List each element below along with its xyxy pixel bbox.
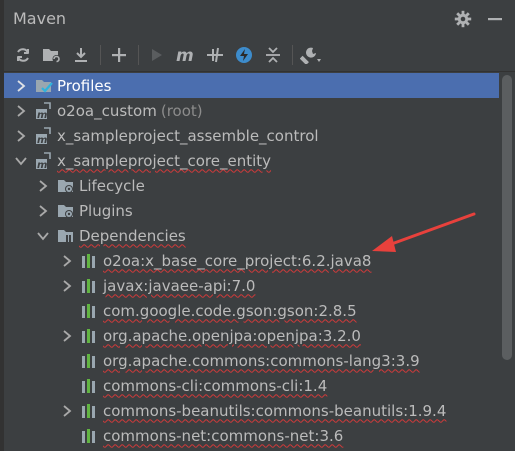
dependency-label: commons-net:commons-net:3.6	[103, 426, 344, 445]
dependency-item[interactable]: org.apache.commons:commons-lang3:3.9	[4, 348, 499, 373]
reload-icon[interactable]	[12, 44, 34, 66]
dependency-item[interactable]: com.google.code.gson:gson:2.8.5	[4, 298, 499, 323]
dependency-label: org.apache.commons:commons-lang3:3.9	[103, 351, 420, 370]
collapse-all-icon[interactable]	[262, 44, 284, 66]
maven-module-icon: m	[35, 151, 53, 170]
tree-node-label: Lifecycle	[79, 176, 145, 195]
tree-node-label: Profiles	[57, 76, 112, 95]
dependency-item[interactable]: o2oa:x_base_core_project:6.2.java8	[4, 248, 499, 273]
dependency-item[interactable]: commons-beanutils:commons-beanutils:1.9.…	[4, 398, 499, 423]
chevron-right-icon[interactable]	[36, 179, 50, 193]
gear-icon[interactable]	[453, 9, 473, 29]
dependency-label: commons-beanutils:commons-beanutils:1.9.…	[103, 401, 447, 420]
maven-tool-window: Maven m Profiles m o2oa_custom (root) m …	[0, 0, 515, 451]
library-icon	[81, 252, 99, 270]
execute-goal-icon[interactable]: m	[175, 44, 197, 66]
download-icon[interactable]	[70, 44, 92, 66]
vertical-scrollbar[interactable]	[501, 73, 513, 451]
dependency-item[interactable]: commons-net:commons-net:3.6	[4, 423, 499, 448]
svg-text:m: m	[37, 110, 47, 120]
dependency-label: javax:javaee-api:7.0	[103, 276, 256, 295]
chevron-down-icon[interactable]	[14, 154, 28, 168]
toggle-offline-icon[interactable]	[204, 44, 226, 66]
tree-node-project[interactable]: m x_sampleproject_core_entity	[4, 148, 499, 173]
root-suffix: (root)	[160, 101, 203, 120]
run-icon[interactable]	[146, 44, 168, 66]
chevron-right-icon[interactable]	[60, 254, 74, 268]
plugins-folder-icon	[57, 202, 75, 220]
add-icon[interactable]	[108, 44, 130, 66]
dependencies-folder-icon	[57, 227, 75, 245]
profiles-folder-icon	[35, 77, 53, 95]
toolbar-separator	[100, 44, 101, 65]
maven-module-icon: m	[35, 101, 53, 120]
library-icon	[81, 302, 99, 320]
settings-wrench-icon[interactable]	[300, 44, 322, 66]
scrollbar-thumb[interactable]	[502, 75, 512, 360]
maven-module-icon: m	[35, 126, 53, 145]
lifecycle-folder-icon	[57, 177, 75, 195]
tree-node-project[interactable]: m x_sampleproject_assemble_control	[4, 123, 499, 148]
tree-node-label: o2oa_custom	[57, 101, 157, 120]
minimize-icon[interactable]	[485, 9, 505, 29]
toolbar-separator	[138, 44, 139, 65]
chevron-right-icon[interactable]	[60, 279, 74, 293]
chevron-right-icon[interactable]	[36, 204, 50, 218]
header-actions	[453, 9, 505, 29]
chevron-right-icon[interactable]	[14, 104, 28, 118]
chevron-right-icon[interactable]	[60, 404, 74, 418]
tree-node-project[interactable]: m o2oa_custom (root)	[4, 98, 499, 123]
dependency-item[interactable]: org.apache.openjpa:openjpa:3.2.0	[4, 323, 499, 348]
maven-toolbar: m	[4, 38, 515, 72]
tool-window-header: Maven	[4, 0, 515, 38]
library-icon	[81, 402, 99, 420]
tool-window-title: Maven	[13, 9, 67, 28]
svg-text:m: m	[37, 160, 47, 170]
tree-node-label: Dependencies	[79, 226, 186, 245]
dependency-label: com.google.code.gson:gson:2.8.5	[103, 301, 357, 320]
library-icon	[81, 427, 99, 445]
library-icon	[81, 327, 99, 345]
library-icon	[81, 377, 99, 395]
dependency-item[interactable]: commons-cli:commons-cli:1.4	[4, 373, 499, 398]
svg-text:m: m	[176, 46, 194, 64]
svg-text:m: m	[37, 135, 47, 145]
tree-node-plugins[interactable]: Plugins	[4, 198, 499, 223]
tree-node-label: Plugins	[79, 201, 133, 220]
library-icon	[81, 352, 99, 370]
chevron-right-icon[interactable]	[14, 129, 28, 143]
library-icon	[81, 277, 99, 295]
tree-node-label: x_sampleproject_core_entity	[57, 151, 272, 170]
toolbar-separator	[292, 44, 293, 65]
tree-node-profiles[interactable]: Profiles	[4, 73, 499, 98]
tree-node-dependencies[interactable]: Dependencies	[4, 223, 499, 248]
dependency-label: commons-cli:commons-cli:1.4	[103, 376, 328, 395]
tree-node-lifecycle[interactable]: Lifecycle	[4, 173, 499, 198]
dependency-label: org.apache.openjpa:openjpa:3.2.0	[103, 326, 361, 345]
dependency-label: o2oa:x_base_core_project:6.2.java8	[103, 251, 372, 270]
tree-node-label: x_sampleproject_assemble_control	[57, 126, 319, 145]
dependency-item[interactable]: javax:javaee-api:7.0	[4, 273, 499, 298]
maven-project-tree: Profiles m o2oa_custom (root) m x_sample…	[4, 73, 499, 451]
generate-sources-icon[interactable]	[41, 44, 63, 66]
skip-tests-icon[interactable]	[233, 44, 255, 66]
chevron-right-icon[interactable]	[60, 329, 74, 343]
chevron-right-icon[interactable]	[14, 79, 28, 93]
chevron-down-icon[interactable]	[36, 229, 50, 243]
